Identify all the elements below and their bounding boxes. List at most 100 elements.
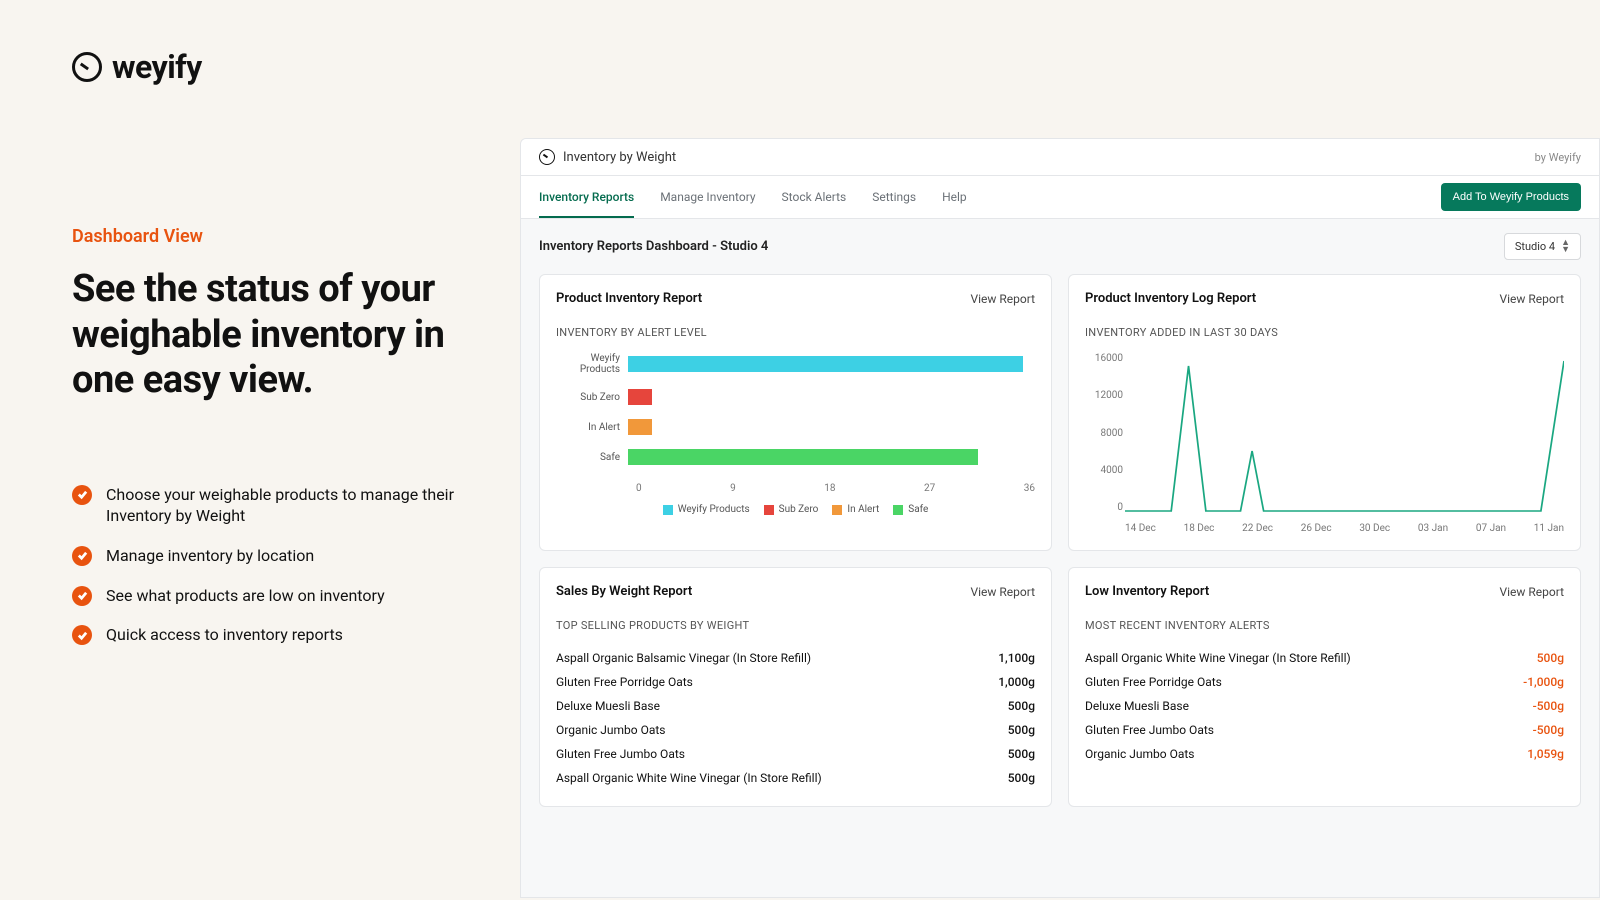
bar-inalert [628,419,652,435]
app-title: Inventory by Weight [539,149,676,165]
app-title-text: Inventory by Weight [563,150,676,165]
y-tick: 8000 [1085,428,1123,439]
check-icon [72,625,92,645]
x-tick: 07 Jan [1476,523,1506,534]
product-weight: 500g [1008,771,1035,785]
app-logo-icon [539,149,555,165]
product-name: Organic Jumbo Oats [1085,747,1195,761]
legend-item: Weyify Products [678,504,750,515]
table-row: Organic Jumbo Oats 500g [556,718,1035,742]
view-report-link[interactable]: View Report [970,292,1035,306]
line-chart-svg [1125,353,1564,513]
product-name: Aspall Organic Balsamic Vinegar (In Stor… [556,651,811,665]
product-name: Gluten Free Jumbo Oats [1085,723,1214,737]
location-selector[interactable]: Studio 4 ▲▼ [1504,233,1581,260]
feature-item: Quick access to inventory reports [72,624,472,646]
table-row: Gluten Free Jumbo Oats500g [556,742,1035,766]
table-row: Aspall Organic White Wine Vinegar (In St… [1085,646,1564,670]
x-tick: 26 Dec [1301,523,1332,534]
bar-x-axis: 0 9 18 27 36 [636,479,1035,504]
alerts-list: Aspall Organic White Wine Vinegar (In St… [1085,646,1564,766]
table-row: Gluten Free Jumbo Oats -500g [1085,718,1564,742]
product-name: Gluten Free Porridge Oats [1085,675,1222,689]
legend-item: In Alert [847,504,879,515]
location-value: Studio 4 [1515,240,1555,253]
alert-weight: 500g [1537,651,1564,665]
feature-text: Quick access to inventory reports [106,624,343,646]
bar-label: Safe [556,452,628,463]
card-subtitle: INVENTORY ADDED IN LAST 30 DAYS [1085,326,1564,339]
app-header: Inventory by Weight by Weyify [521,139,1599,176]
feature-list: Choose your weighable products to manage… [72,484,472,646]
y-tick: 4000 [1085,465,1123,476]
tab-manage-inventory[interactable]: Manage Inventory [660,176,755,218]
legend-item: Sub Zero [779,504,819,515]
table-row: Gluten Free Porridge Oats -1,000g [1085,670,1564,694]
bar-label: In Alert [556,422,628,433]
legend-item: Safe [908,504,928,515]
bar-label: Sub Zero [556,392,628,403]
feature-item: Manage inventory by location [72,545,472,567]
check-icon [72,546,92,566]
card-subtitle: INVENTORY BY ALERT LEVEL [556,326,1035,339]
table-row: Aspall Organic White Wine Vinegar (In St… [556,766,1035,790]
x-tick: 14 Dec [1125,523,1156,534]
product-weight: 500g [1008,699,1035,713]
line-chart: 0 4000 8000 12000 16000 14 Dec 18 Dec [1085,353,1564,534]
x-tick: 11 Jan [1534,523,1564,534]
alert-weight: -500g [1533,699,1564,713]
feature-text: Manage inventory by location [106,545,314,567]
bar-legend: Weyify Products Sub Zero In Alert Safe [556,504,1035,515]
brand-name: weyify [112,48,202,86]
product-name: Gluten Free Porridge Oats [556,675,693,689]
product-name: Organic Jumbo Oats [556,723,666,737]
view-report-link[interactable]: View Report [970,585,1035,599]
card-low-inventory: Low Inventory Report View Report MOST RE… [1068,567,1581,807]
table-row: Aspall Organic Balsamic Vinegar (In Stor… [556,646,1035,670]
y-tick: 16000 [1085,353,1123,364]
feature-item: Choose your weighable products to manage… [72,484,472,527]
tab-stock-alerts[interactable]: Stock Alerts [782,176,847,218]
alert-weight: -1,000g [1523,675,1564,689]
bar-weyify [628,356,1023,372]
sort-icon: ▲▼ [1561,240,1570,253]
card-subtitle: MOST RECENT INVENTORY ALERTS [1085,619,1564,632]
feature-item: See what products are low on inventory [72,585,472,607]
product-name: Deluxe Muesli Base [556,699,660,713]
tab-inventory-reports[interactable]: Inventory Reports [539,176,634,218]
x-axis: 14 Dec 18 Dec 22 Dec 26 Dec 30 Dec 03 Ja… [1125,523,1564,534]
product-weight: 1,000g [998,675,1035,689]
product-weight: 500g [1008,747,1035,761]
product-weight: 500g [1008,723,1035,737]
brand-logo: weyify [72,48,472,86]
card-title: Low Inventory Report [1085,584,1209,599]
bar-chart: Weyify Products Sub Zero In Alert S [556,353,1035,515]
tab-help[interactable]: Help [942,176,967,218]
table-row: Organic Jumbo Oats1,059g [1085,742,1564,766]
add-to-weyify-button[interactable]: Add To Weyify Products [1441,183,1581,211]
view-report-link[interactable]: View Report [1499,292,1564,306]
check-icon [72,586,92,606]
brand-logo-icon [72,52,102,82]
y-axis: 0 4000 8000 12000 16000 [1085,353,1123,513]
sales-list: Aspall Organic Balsamic Vinegar (In Stor… [556,646,1035,790]
x-tick: 03 Jan [1418,523,1448,534]
bar-subzero [628,389,652,405]
bar-label: Weyify Products [556,353,628,375]
x-tick: 30 Dec [1359,523,1390,534]
table-row: Deluxe Muesli Base-500g [1085,694,1564,718]
card-inventory-log: Product Inventory Log Report View Report… [1068,274,1581,551]
card-title: Product Inventory Report [556,291,702,306]
feature-text: Choose your weighable products to manage… [106,484,472,527]
alert-weight: -500g [1533,723,1564,737]
page-headline: See the status of your weighable invento… [72,267,472,404]
product-weight: 1,100g [998,651,1035,665]
x-tick: 9 [730,483,736,494]
view-report-link[interactable]: View Report [1499,585,1564,599]
y-tick: 12000 [1085,390,1123,401]
y-tick: 0 [1085,502,1123,513]
tab-settings[interactable]: Settings [872,176,916,218]
table-row: Deluxe Muesli Base 500g [556,694,1035,718]
table-row: Gluten Free Porridge Oats 1,000g [556,670,1035,694]
card-title: Sales By Weight Report [556,584,692,599]
